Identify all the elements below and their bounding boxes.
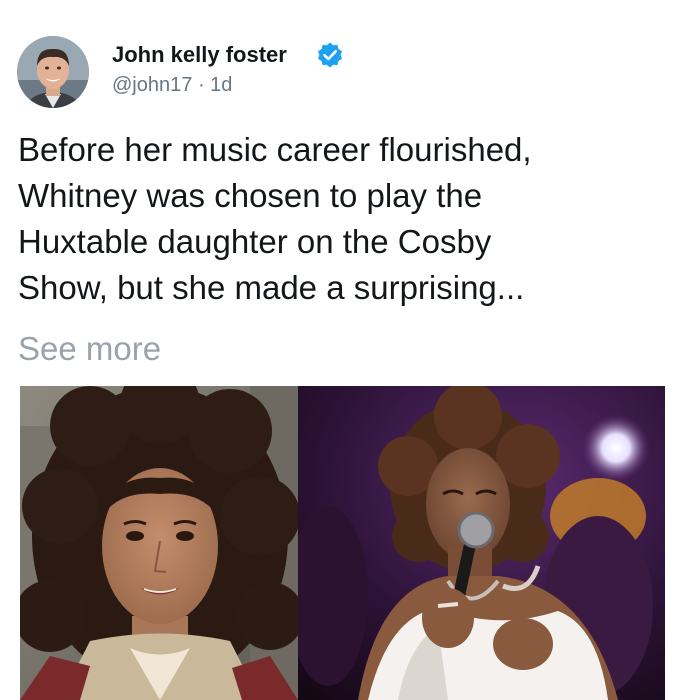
tweet-text-line: Before her music career flourished, xyxy=(18,131,532,168)
separator-dot: · xyxy=(197,74,205,96)
author-handle[interactable]: @john17 xyxy=(112,74,192,96)
tweet-text-line: Show, but she made a surprising... xyxy=(18,269,525,306)
tweet-text-line: Whitney was chosen to play the xyxy=(18,177,483,214)
avatar[interactable] xyxy=(17,36,89,108)
tweet-text: Before her music career flourished, Whit… xyxy=(18,127,688,311)
tweet-card[interactable]: John kelly foster @john17 · 1d Before he… xyxy=(0,0,700,700)
concert-photo[interactable] xyxy=(298,386,665,700)
tweet-text-line: Huxtable daughter on the Cosby xyxy=(18,223,492,260)
portrait-photo[interactable] xyxy=(20,386,298,700)
handle-time-line: @john17 · 1d xyxy=(112,73,232,97)
media-grid[interactable] xyxy=(20,386,665,700)
see-more-link[interactable]: See more xyxy=(18,326,161,372)
author-name[interactable]: John kelly foster xyxy=(112,42,287,68)
timestamp[interactable]: 1d xyxy=(210,74,232,96)
verified-badge-icon xyxy=(318,42,342,68)
